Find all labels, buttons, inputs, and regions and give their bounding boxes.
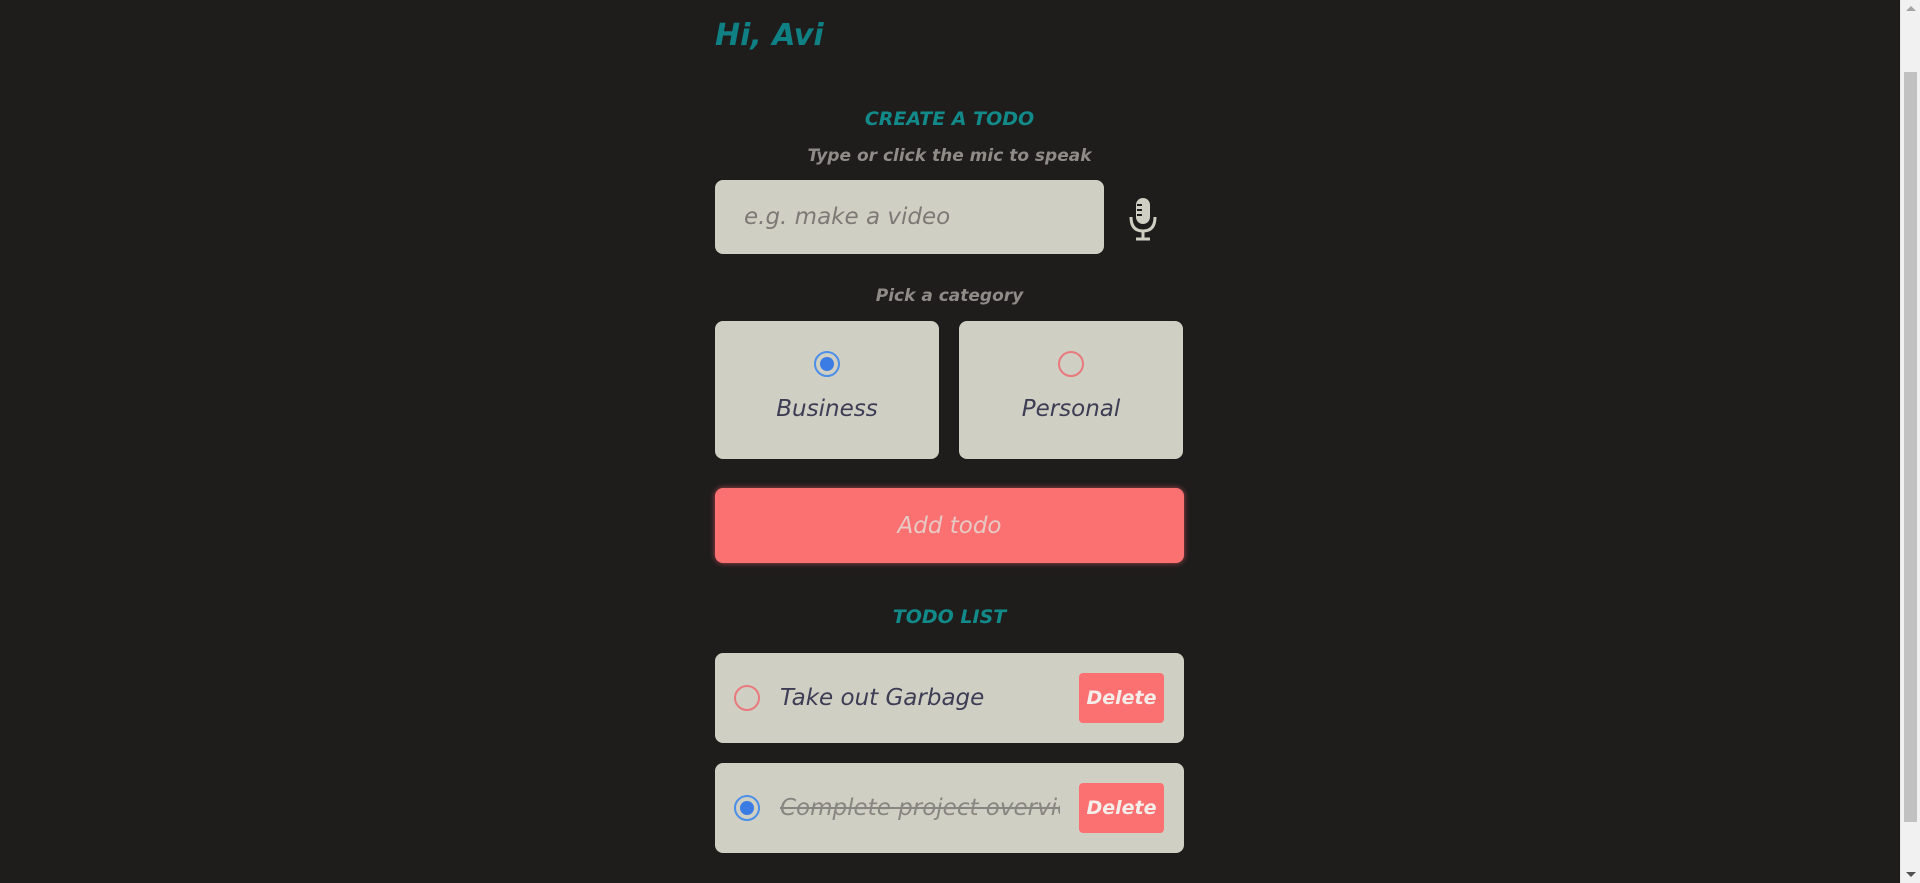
greeting-heading: Hi, Avi (715, 18, 824, 53)
business-radio[interactable] (814, 351, 840, 377)
todo-text[interactable]: Complete project overview (780, 763, 1060, 853)
category-hint: Pick a category (875, 286, 1024, 306)
delete-button[interactable]: Delete (1079, 783, 1164, 833)
microphone-icon (1129, 198, 1157, 241)
mic-button[interactable] (1121, 194, 1165, 244)
create-todo-title: CREATE A TODO (864, 108, 1035, 130)
vertical-scrollbar[interactable] (1900, 0, 1920, 883)
scroll-thumb[interactable] (1904, 72, 1917, 822)
category-label: Business (776, 396, 878, 422)
delete-button[interactable]: Delete (1079, 673, 1164, 723)
todo-checkbox[interactable] (734, 685, 760, 711)
todo-item: Take out Garbage Delete (715, 653, 1184, 743)
add-todo-button[interactable]: Add todo (715, 488, 1184, 563)
todo-app: Hi, Avi CREATE A TODO Type or click the … (0, 0, 1900, 883)
scroll-up-icon[interactable] (1906, 6, 1916, 11)
input-hint: Type or click the mic to speak (807, 146, 1092, 166)
scroll-down-icon[interactable] (1906, 872, 1916, 877)
todo-checkbox[interactable] (734, 795, 760, 821)
todo-text[interactable]: Take out Garbage (780, 653, 1060, 743)
todo-list-title: TODO LIST (892, 606, 1007, 628)
category-personal[interactable]: Personal (959, 321, 1183, 459)
personal-radio[interactable] (1058, 351, 1084, 377)
todo-input[interactable] (715, 180, 1104, 254)
todo-item: Complete project overview Delete (715, 763, 1184, 853)
category-label: Personal (1021, 396, 1121, 422)
category-business[interactable]: Business (715, 321, 939, 459)
